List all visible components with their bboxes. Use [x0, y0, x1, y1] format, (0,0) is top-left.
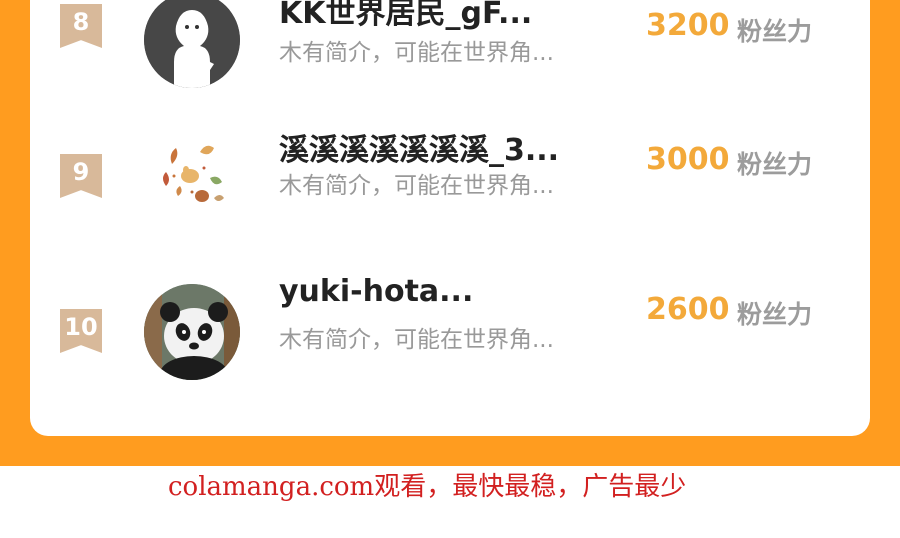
fan-power-label: 粉丝力: [737, 300, 813, 329]
rank-number: 10: [64, 313, 98, 341]
fan-power-label: 粉丝力: [737, 150, 813, 179]
user-avatar[interactable]: [144, 130, 240, 226]
user-avatar[interactable]: [144, 284, 240, 380]
panda-photo-icon: [144, 284, 240, 380]
leaderboard-row[interactable]: 9 溪溪溪溪溪溪溪_3... 木有简介，可能在世界角... 3000 粉丝力: [30, 120, 870, 230]
user-name[interactable]: 溪溪溪溪溪溪溪_3...: [279, 125, 559, 169]
rank-number: 8: [72, 8, 90, 36]
fan-power-label: 粉丝力: [737, 17, 813, 46]
rank-badge: 8: [60, 4, 102, 48]
fan-power-score: 3200: [646, 8, 730, 43]
site-watermark: colamanga.com观看，最快最稳，广告最少: [168, 472, 687, 502]
leaderboard-card: 8 KK世界居民_gF... 木有简介，可能在世界角... 3200 粉丝力 9: [30, 0, 870, 436]
leaderboard-row[interactable]: 10 yuki-hota... 木有简介，可能在世界角... 2600 粉丝力: [30, 272, 870, 382]
user-bio: 木有简介，可能在世界角...: [279, 173, 554, 199]
user-bio: 木有简介，可能在世界角...: [279, 327, 554, 353]
ghost-figure-icon: [144, 0, 240, 88]
rank-badge: 10: [60, 309, 102, 353]
leaderboard-row[interactable]: 8 KK世界居民_gF... 木有简介，可能在世界角... 3200 粉丝力: [30, 0, 870, 88]
user-avatar[interactable]: [144, 0, 240, 88]
user-name[interactable]: KK世界居民_gF...: [279, 0, 532, 32]
fan-power-score: 3000: [646, 142, 730, 177]
autumn-leaves-icon: [144, 130, 240, 226]
rank-number: 9: [72, 158, 90, 186]
user-bio: 木有简介，可能在世界角...: [279, 40, 554, 66]
user-name[interactable]: yuki-hota...: [279, 274, 473, 309]
rank-badge: 9: [60, 154, 102, 198]
fan-power-score: 2600: [646, 292, 730, 327]
